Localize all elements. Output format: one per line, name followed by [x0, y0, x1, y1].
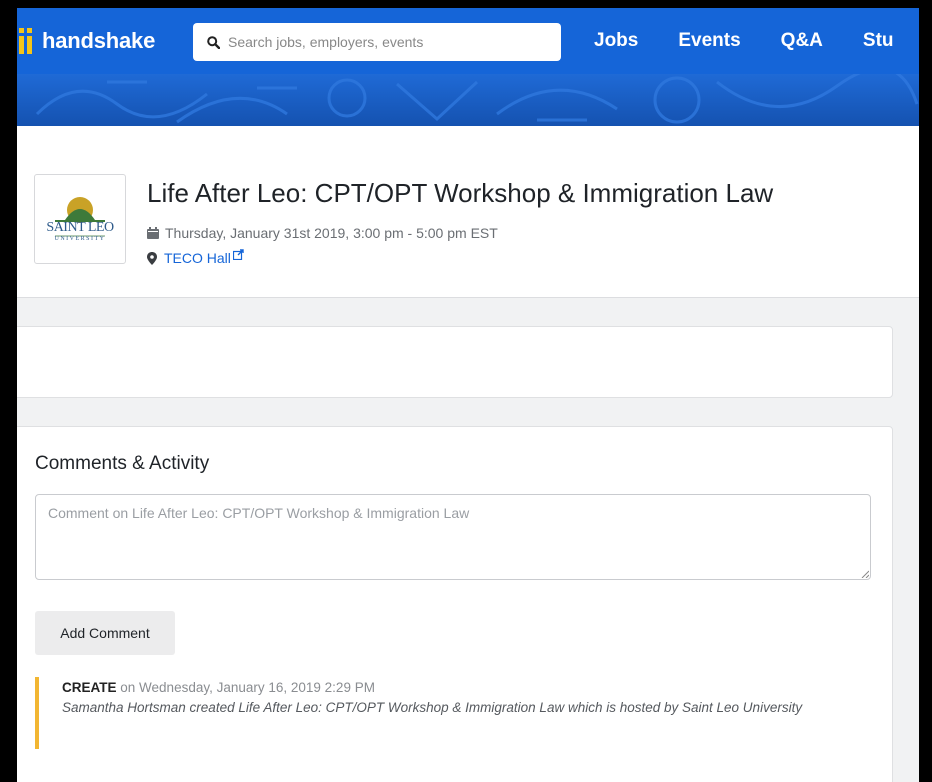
org-logo-subtitle: UNIVERSITY: [54, 236, 106, 242]
search-input[interactable]: [228, 34, 548, 50]
nav-events[interactable]: Events: [678, 30, 740, 52]
add-comment-button[interactable]: Add Comment: [35, 611, 175, 655]
org-logo[interactable]: SAINT LEO UNIVERSITY: [34, 174, 126, 264]
brand-name: handshake: [42, 28, 156, 53]
activity-item: CREATE on Wednesday, January 16, 2019 2:…: [35, 677, 871, 749]
event-date: Thursday, January 31st 2019, 3:00 pm - 5…: [147, 225, 498, 241]
activity-header: CREATE on Wednesday, January 16, 2019 2:…: [62, 680, 871, 695]
nav-links: Jobs Events Q&A Stu: [594, 30, 919, 52]
search-icon: [207, 35, 220, 49]
activity-description: Samantha Hortsman created Life After Leo…: [62, 700, 803, 715]
activity-timestamp: on Wednesday, January 16, 2019 2:29 PM: [120, 680, 375, 695]
search-bar[interactable]: [193, 23, 561, 61]
saint-leo-seal-logo: [55, 197, 105, 237]
handshake-logo[interactable]: handshake: [19, 28, 155, 54]
comment-input[interactable]: [35, 494, 871, 580]
nav-students[interactable]: Stu: [863, 30, 894, 52]
app-window: handshake Jobs Events Q&A Stu: [17, 8, 919, 782]
calendar-icon: [147, 227, 159, 239]
banner-pattern: [17, 74, 919, 126]
external-link-icon[interactable]: [232, 248, 244, 260]
event-details-card: [17, 326, 893, 398]
org-logo-name: SAINT LEO: [46, 220, 114, 235]
event-date-text: Thursday, January 31st 2019, 3:00 pm - 5…: [165, 225, 498, 241]
nav-qa[interactable]: Q&A: [781, 30, 823, 52]
map-pin-icon: [147, 251, 157, 265]
activity-type: CREATE: [62, 680, 117, 695]
resize-grip-icon[interactable]: [861, 570, 869, 578]
comments-activity-card: Comments & Activity Add Comment CREATE o…: [17, 426, 893, 782]
handshake-logo-icon: [19, 28, 39, 54]
event-location: TECO Hall: [147, 248, 244, 266]
event-header-card: SAINT LEO UNIVERSITY Life After Leo: CPT…: [17, 126, 919, 298]
nav-jobs[interactable]: Jobs: [594, 30, 638, 52]
top-navigation-bar: handshake Jobs Events Q&A Stu: [17, 8, 919, 74]
event-title: Life After Leo: CPT/OPT Workshop & Immig…: [147, 178, 774, 208]
comments-heading: Comments & Activity: [35, 453, 210, 474]
event-banner: [17, 74, 919, 126]
location-link[interactable]: TECO Hall: [164, 250, 231, 266]
